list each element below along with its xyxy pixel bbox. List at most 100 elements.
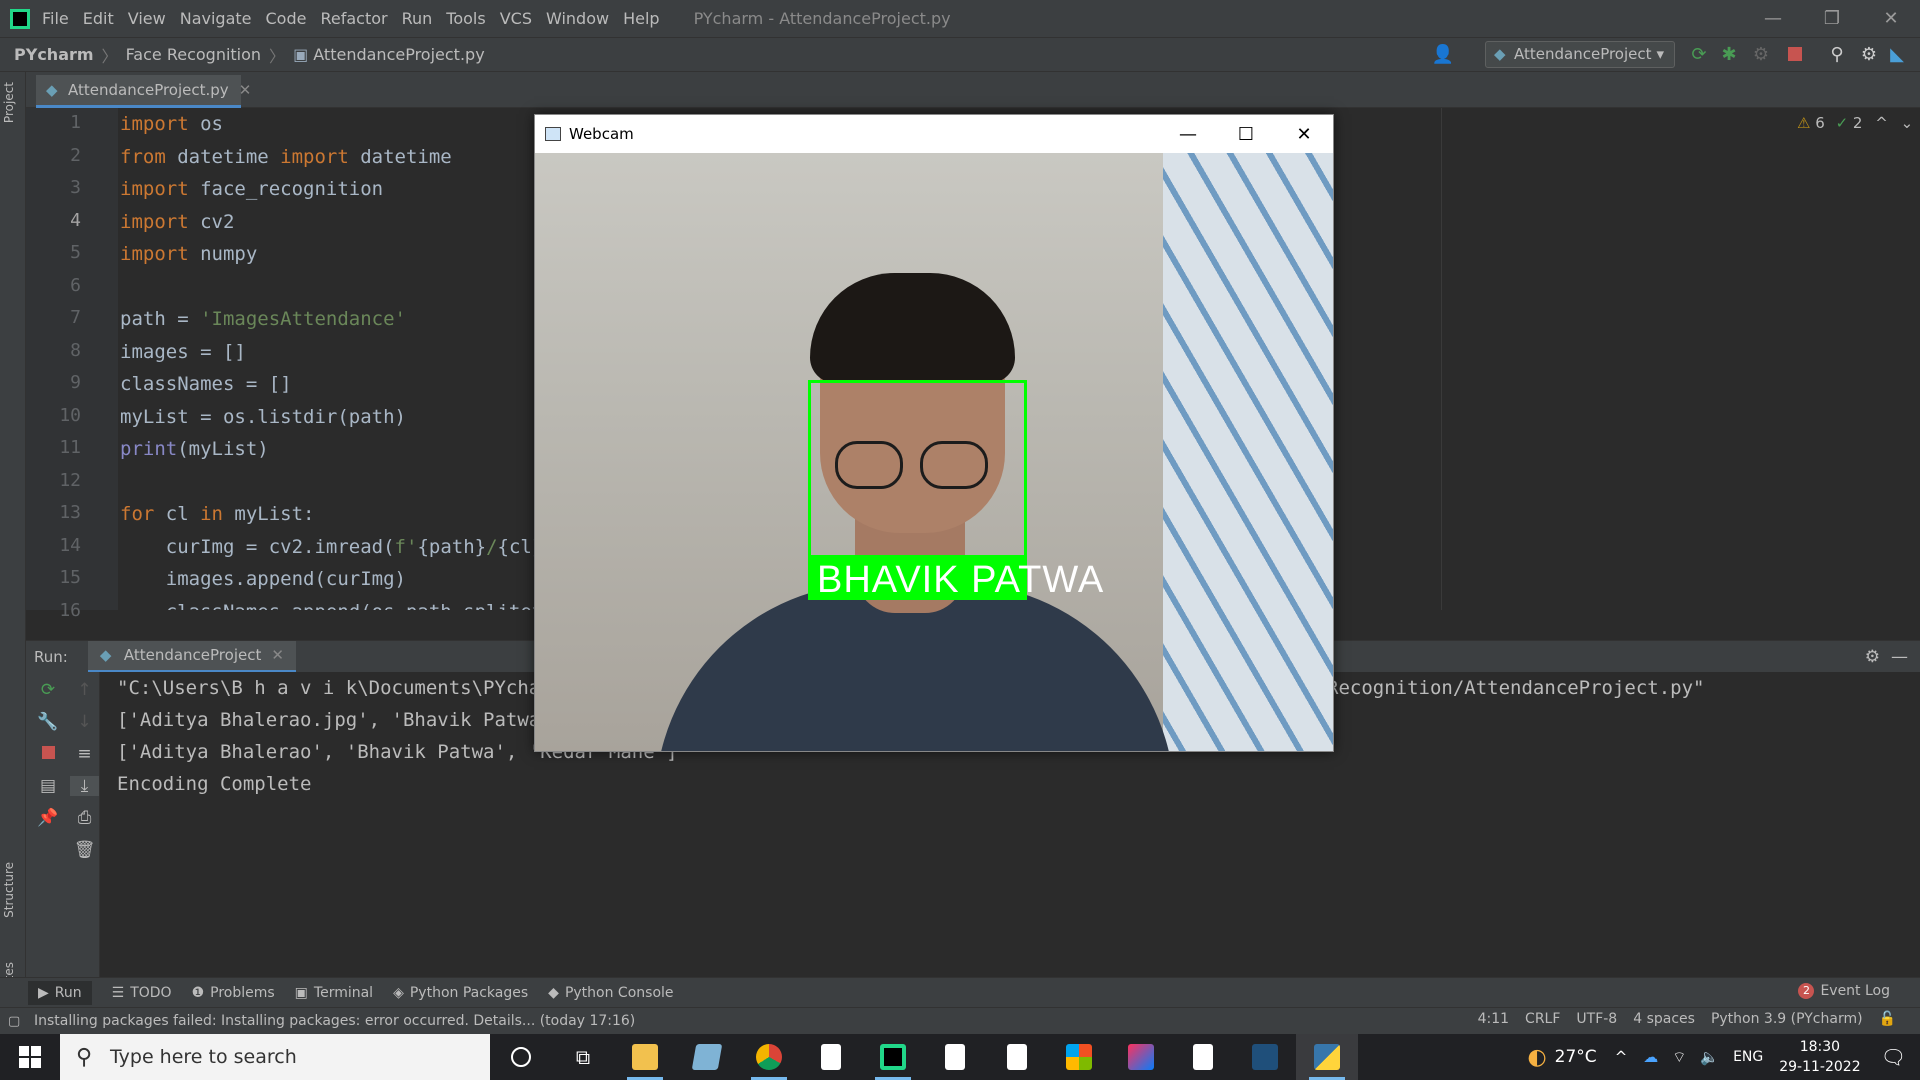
toolbox-icon[interactable]: ◣	[1886, 43, 1908, 65]
file-explorer-icon[interactable]	[614, 1034, 676, 1080]
pin-icon[interactable]: 📌	[26, 808, 70, 828]
run-tab[interactable]: ◆ AttendanceProject ✕	[87, 640, 296, 673]
tool-window-toggle-icon[interactable]: ▢	[8, 1014, 20, 1029]
run-configuration-select[interactable]: ◆ AttendanceProject ▾	[1485, 41, 1675, 68]
onedrive-icon[interactable]: ☁	[1643, 1048, 1658, 1066]
scroll-to-end-icon[interactable]: ⤓	[70, 776, 99, 796]
taskbar-search-box[interactable]: ⚲ Type here to search	[60, 1034, 490, 1080]
chevron-up-icon[interactable]: ^	[1615, 1048, 1628, 1066]
python-interpreter[interactable]: Python 3.9 (PYcharm)	[1711, 1011, 1863, 1027]
menu-tools[interactable]: Tools	[446, 9, 485, 28]
clock[interactable]: 18:30 29-11-2022	[1779, 1037, 1860, 1077]
event-log-button[interactable]: 2 Event Log	[1798, 983, 1890, 999]
gear-icon[interactable]: ⚙	[1865, 647, 1880, 667]
trash-icon[interactable]: 🗑	[70, 840, 99, 860]
menu-navigate[interactable]: Navigate	[180, 9, 252, 28]
menu-vcs[interactable]: VCS	[500, 9, 532, 28]
console-line-tail: Recognition/AttendanceProject.py"	[1327, 677, 1705, 699]
tool-tab-problems[interactable]: ❶ Problems	[192, 985, 275, 1001]
rerun-icon[interactable]: ⟳	[26, 680, 70, 700]
tool-tab-python-packages[interactable]: ◈ Python Packages	[393, 985, 528, 1001]
settings-icon[interactable]: ⚙	[1858, 43, 1880, 65]
minimize-icon[interactable]: —	[1744, 0, 1802, 37]
weather-icon[interactable]: ◐	[1527, 1045, 1546, 1070]
caret-position[interactable]: 4:11	[1478, 1011, 1509, 1027]
hide-icon[interactable]: —	[1891, 647, 1908, 667]
indent-setting[interactable]: 4 spaces	[1633, 1011, 1695, 1027]
close-tab-icon[interactable]: ✕	[239, 81, 252, 99]
tool-tab-python-console[interactable]: ◆ Python Console	[548, 985, 673, 1001]
search-icon[interactable]: ⚲	[1826, 43, 1848, 65]
menu-edit[interactable]: Edit	[83, 9, 114, 28]
file-encoding[interactable]: UTF-8	[1576, 1011, 1617, 1027]
line-separator[interactable]: CRLF	[1525, 1011, 1560, 1027]
debug-icon[interactable]: ✱	[1718, 43, 1740, 65]
document-icon[interactable]	[986, 1034, 1048, 1080]
print-icon[interactable]: ⎙	[70, 808, 99, 828]
menu-run[interactable]: Run	[402, 9, 433, 28]
arrow-down-icon[interactable]: ↓	[70, 712, 99, 732]
menu-view[interactable]: View	[128, 9, 166, 28]
language-indicator[interactable]: ENG	[1733, 1049, 1763, 1065]
weather-temp[interactable]: 27°C	[1555, 1047, 1597, 1067]
code-token: cl	[154, 503, 201, 525]
user-icon[interactable]: 👤	[1432, 43, 1454, 65]
soft-wrap-icon[interactable]: ≡	[70, 744, 99, 764]
task-view-icon[interactable]: ⧉	[552, 1034, 614, 1080]
tool-tab-terminal[interactable]: ▣ Terminal	[295, 985, 373, 1001]
inspection-widget[interactable]: ⚠ 6 ✓ 2 ^ ⌄	[1797, 114, 1913, 132]
editor-tab-attendance[interactable]: ◆ AttendanceProject.py ✕	[36, 75, 251, 108]
webcam-titlebar[interactable]: Webcam — ☐ ✕	[535, 115, 1333, 153]
restore-icon[interactable]: ❐	[1803, 0, 1861, 37]
office-icon[interactable]	[1048, 1034, 1110, 1080]
python-taskbar-icon[interactable]	[1296, 1034, 1358, 1080]
menu-help[interactable]: Help	[623, 9, 659, 28]
menu-file[interactable]: File	[42, 9, 69, 28]
breadcrumb-folder[interactable]: Face Recognition	[126, 45, 261, 64]
stop-icon[interactable]	[41, 746, 55, 759]
coverage-icon[interactable]: ⚙	[1750, 43, 1772, 65]
document-icon[interactable]	[800, 1034, 862, 1080]
weak-warning-count: 2	[1852, 114, 1863, 132]
menu-refactor[interactable]: Refactor	[320, 9, 387, 28]
layout-icon[interactable]: ▤	[26, 776, 70, 796]
close-icon[interactable]: ✕	[1275, 115, 1333, 153]
menu-window[interactable]: Window	[546, 9, 609, 28]
rerun-icon[interactable]: ⟳	[1688, 43, 1710, 65]
chevron-up-icon[interactable]: ^	[1875, 114, 1888, 132]
close-tab-icon[interactable]: ✕	[271, 646, 284, 664]
cortana-icon[interactable]	[490, 1034, 552, 1080]
notes-app-icon[interactable]	[676, 1034, 738, 1080]
close-icon[interactable]: ✕	[1862, 0, 1920, 37]
document-icon[interactable]	[924, 1034, 986, 1080]
windows-start-icon[interactable]	[0, 1034, 60, 1080]
chrome-icon[interactable]	[738, 1034, 800, 1080]
line-number: 10	[59, 404, 81, 426]
notification-icon[interactable]: 🗨	[1881, 1045, 1906, 1069]
intellij-icon[interactable]	[1110, 1034, 1172, 1080]
menu-code[interactable]: Code	[266, 9, 307, 28]
code-token: from	[120, 145, 166, 168]
lock-icon[interactable]: 🔓	[1879, 1011, 1896, 1027]
wrench-icon[interactable]: 🔧	[26, 712, 70, 732]
layers-icon: ◈	[393, 984, 404, 1001]
structure-tool-label[interactable]: Structure	[2, 862, 16, 918]
arrow-up-icon[interactable]: ↑	[70, 680, 99, 700]
chevron-down-icon[interactable]: ⌄	[1901, 114, 1914, 132]
tool-tab-todo[interactable]: ☰ TODO	[112, 985, 172, 1001]
vscode-icon[interactable]	[1234, 1034, 1296, 1080]
run-configuration-label: AttendanceProject	[1514, 45, 1652, 63]
stop-icon[interactable]	[1788, 47, 1802, 61]
curtain	[1163, 153, 1333, 751]
breadcrumb-project[interactable]: PYcharm	[14, 45, 94, 64]
maximize-icon[interactable]: ☐	[1217, 115, 1275, 153]
document-icon[interactable]	[1172, 1034, 1234, 1080]
wifi-icon[interactable]: ⌔	[1672, 1048, 1686, 1067]
pycharm-taskbar-icon[interactable]	[862, 1034, 924, 1080]
project-tool-label[interactable]: Project	[2, 82, 16, 123]
status-message[interactable]: Installing packages failed: Installing p…	[34, 1013, 635, 1029]
tool-tab-run[interactable]: ▶ Run	[28, 980, 92, 1005]
volume-icon[interactable]: 🔈	[1700, 1048, 1719, 1066]
minimize-icon[interactable]: —	[1159, 115, 1217, 153]
breadcrumb-file[interactable]: AttendanceProject.py	[313, 45, 484, 64]
